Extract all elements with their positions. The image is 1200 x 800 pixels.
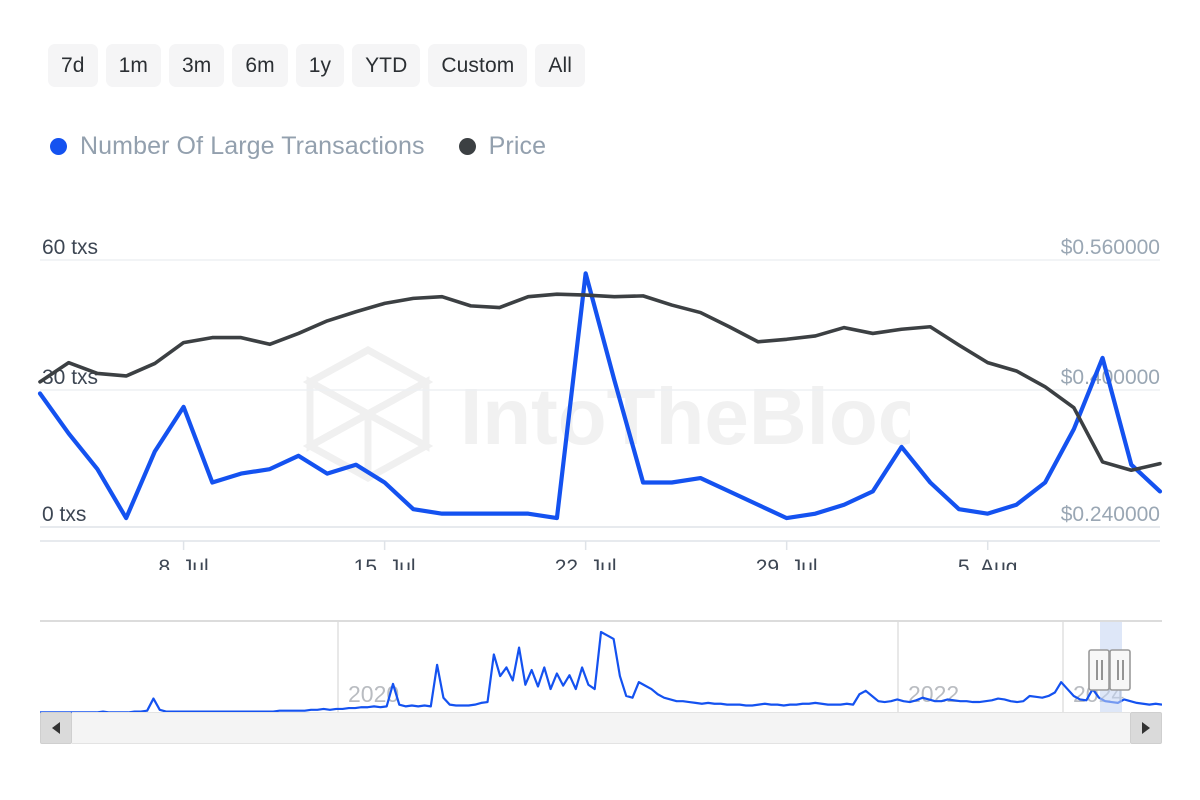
scrollbar-left-button[interactable] <box>40 712 72 744</box>
range-button-ytd[interactable]: YTD <box>352 44 421 87</box>
y-axis-right-tick: $0.560000 <box>1061 236 1160 259</box>
y-axis-left-labels: 0 txs30 txs60 txs <box>42 236 98 526</box>
navigator-year-label: 2020 <box>348 681 399 707</box>
navigator-handle-right[interactable] <box>1109 649 1131 691</box>
scrollbar-right-button[interactable] <box>1130 712 1162 744</box>
x-axis: 8. Jul 15. Jul 22. Jul 29. Jul 5. Aug <box>158 541 1017 570</box>
range-navigator[interactable]: 2020 2022 2024 <box>40 620 1162 718</box>
navigator-handle-left[interactable] <box>1088 649 1110 691</box>
chart-legend: Number Of Large Transactions Price <box>50 132 546 161</box>
range-button-1m[interactable]: 1m <box>105 44 161 87</box>
range-selector-toolbar: 7d 1m 3m 6m 1y YTD Custom All <box>48 44 585 87</box>
navigator-year-label: 2022 <box>908 681 959 707</box>
legend-label: Number Of Large Transactions <box>80 132 425 160</box>
arrow-right-icon <box>1142 722 1150 734</box>
range-button-7d[interactable]: 7d <box>48 44 98 87</box>
scrollbar-track[interactable] <box>72 712 1130 744</box>
y-axis-right-tick: $0.240000 <box>1061 503 1160 526</box>
legend-item-price[interactable]: Price <box>458 132 547 161</box>
range-button-all[interactable]: All <box>535 44 585 87</box>
legend-dot-icon <box>458 138 476 155</box>
legend-dot-icon <box>50 138 67 155</box>
y-axis-left-tick: 60 txs <box>42 236 98 259</box>
navigator-scrollbar[interactable] <box>40 712 1162 744</box>
gridlines <box>40 259 1160 542</box>
range-button-custom[interactable]: Custom <box>428 44 528 87</box>
main-chart[interactable]: 0 txs 30 txs 60 txs $0.240000 $0.400000 $0.5… <box>0 230 1200 570</box>
x-axis-tick-label: 5. Aug <box>958 556 1018 570</box>
legend-label: Price <box>488 132 547 160</box>
x-axis-tick-label: 15. Jul <box>354 556 416 570</box>
navigator-svg[interactable]: 2020 2022 2024 <box>40 620 1162 718</box>
main-chart-svg[interactable]: 0 txs30 txs60 txs $0.240000$0.400000$0.5… <box>0 230 1200 570</box>
range-button-6m[interactable]: 6m <box>232 44 288 87</box>
x-axis-tick-label: 29. Jul <box>756 556 818 570</box>
series-line-transactions <box>37 271 1163 521</box>
series-lines <box>37 271 1163 521</box>
y-axis-left-tick: 0 txs <box>42 503 86 526</box>
arrow-left-icon <box>52 722 60 734</box>
range-button-1y[interactable]: 1y <box>295 44 345 87</box>
chart-widget: 7d 1m 3m 6m 1y YTD Custom All Number Of Large T… <box>0 0 1200 800</box>
x-axis-tick-label: 22. Jul <box>555 556 617 570</box>
x-axis-tick-label: 8. Jul <box>158 556 208 570</box>
legend-item-transactions[interactable]: Number Of Large Transactions <box>50 132 425 161</box>
range-button-3m[interactable]: 3m <box>168 44 225 87</box>
